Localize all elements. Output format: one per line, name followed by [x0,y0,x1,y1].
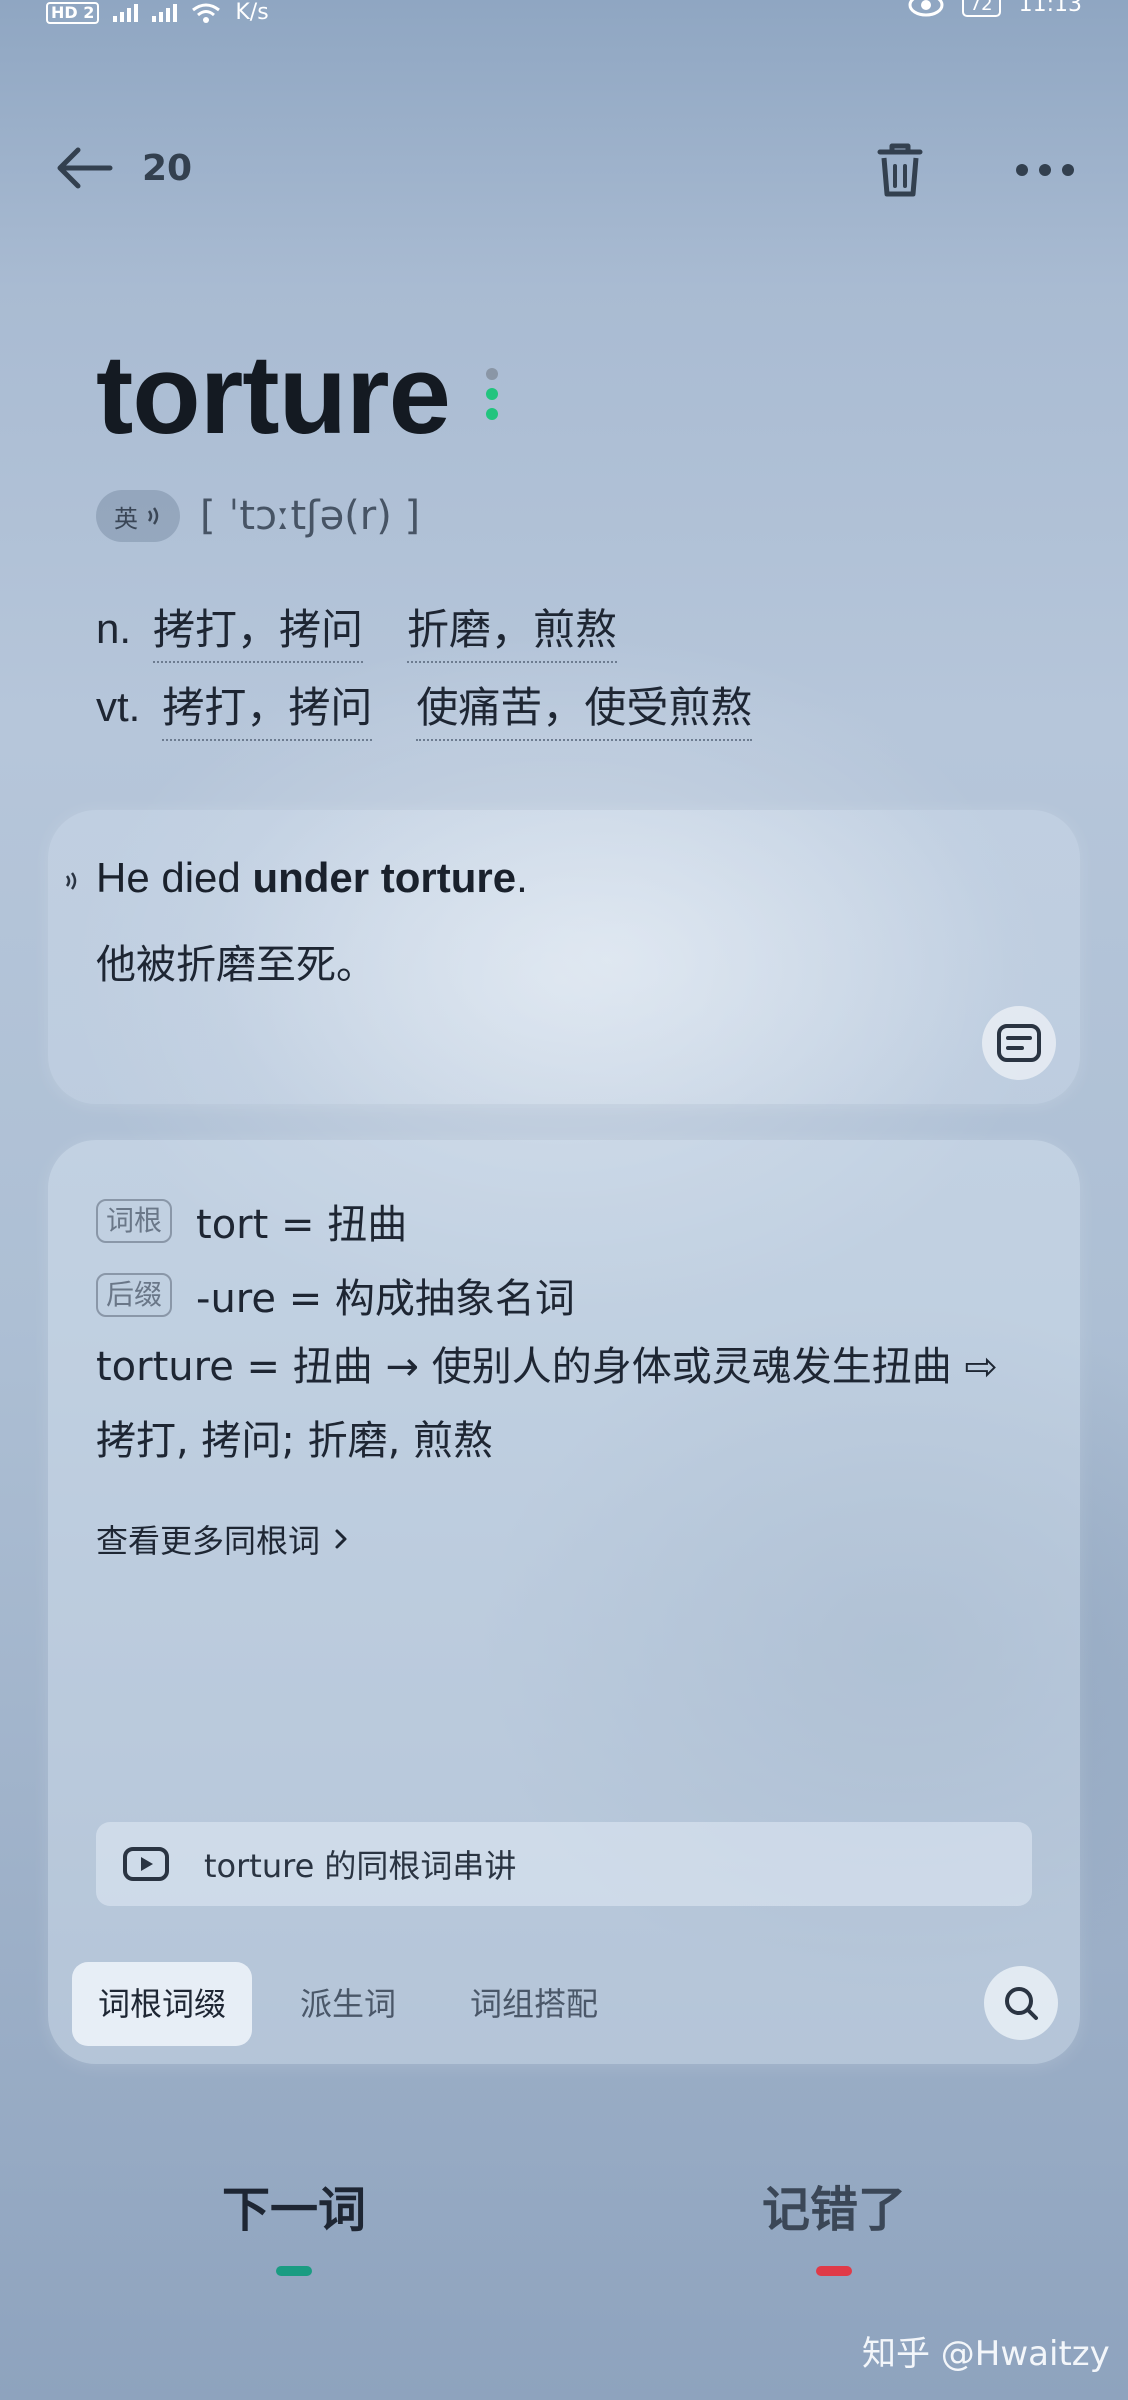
suffix-text: -ure = 构成抽象名词 [196,1276,575,1322]
familiarity-dot [486,408,498,420]
example-text-end: . [516,854,528,901]
search-button[interactable] [984,1966,1058,2040]
search-icon [1005,1987,1038,2020]
next-word-indicator [276,2266,312,2276]
back-button[interactable] [54,140,118,196]
next-word-button[interactable]: 下一词 [144,2170,444,2276]
signal-icon-2 [152,3,178,22]
part-of-speech: vt. [96,683,141,730]
familiarity-dot [486,368,498,380]
battery-indicator: 72 [961,0,1001,17]
definition-line: n. 拷打，拷问 折磨，煎熬 [96,590,796,668]
clock: 11:13 [1018,0,1082,17]
part-of-speech: n. [96,605,132,652]
detail-tabs: 词根词缀 派生词 词组搭配 [72,1962,646,2046]
pronunciation-button[interactable]: 英 [96,490,180,542]
etymology-explanation: torture = 扭曲 → 使别人的身体或灵魂发生扭曲 ⇨ 拷打, 拷问; 折… [96,1344,998,1464]
example-sentence-zh: 他被折磨至死。 [96,942,376,988]
root-tag: 词根 [96,1199,173,1243]
more-icon [1016,164,1074,176]
example-highlight: under torture [252,854,517,901]
cognate-video-button[interactable]: torture 的同根词串讲 [96,1822,1032,1906]
headword: torture [96,332,451,457]
definitions: n. 拷打，拷问 折磨，煎熬 vt. 拷打，拷问 使痛苦，使受煎熬 [96,590,796,746]
example-text: He died [96,854,253,901]
etymology-card: 词根 tort = 扭曲 后缀 -ure = 构成抽象名词 torture = … [48,1140,1080,2064]
signal-icon [113,3,139,22]
next-word-label: 下一词 [221,2182,366,2238]
suffix-line: 后缀 -ure = 构成抽象名词 [96,1266,575,1324]
more-options-button[interactable] [1010,146,1080,194]
net-speed: K/s [235,0,269,25]
familiarity-dots [486,368,500,436]
definition-sense[interactable]: 拷打，拷问 [162,674,373,741]
root-line: 词根 tort = 扭曲 [96,1192,407,1250]
tab-derivatives[interactable]: 派生词 [274,1962,422,2046]
accent-label: 英 [114,504,138,533]
trash-icon [877,143,923,197]
mark-wrong-button[interactable]: 记错了 [684,2170,984,2276]
phonetic: [ ˈtɔːtʃə(r) ] [200,493,421,539]
more-examples-button[interactable] [982,1006,1056,1080]
definition-sense[interactable]: 使痛苦，使受煎熬 [416,674,753,741]
speaker-icon [147,507,159,525]
eye-icon [908,0,944,16]
more-cognates-label: 查看更多同根词 [96,1522,321,1560]
status-bar: HD 2 K/s 72 11:13 [0,0,1128,36]
example-card: He died under torture. 他被折磨至死。 [48,810,1080,1104]
top-bar: 20 [0,120,1128,220]
more-cognates-link[interactable]: 查看更多同根词 [96,1516,348,1562]
example-speaker-icon[interactable] [64,870,82,892]
definition-sense[interactable]: 拷打，拷问 [153,596,364,663]
familiarity-dot [486,388,498,400]
delete-button[interactable] [870,138,930,202]
video-play-icon [123,1847,169,1881]
watermark: 知乎 @Hwaitzy [862,2334,1110,2374]
chevron-right-icon [335,1529,347,1549]
example-sentence-en: He died under torture. [96,854,528,902]
pronunciation-row: 英 [ ˈtɔːtʃə(r) ] [96,488,420,544]
video-label: torture 的同根词串讲 [204,1847,517,1885]
hd-badge: HD 2 [46,1,100,24]
definition-line: vt. 拷打，拷问 使痛苦，使受煎熬 [96,668,796,746]
back-arrow-icon [57,147,113,189]
tab-roots-affixes[interactable]: 词根词缀 [72,1962,253,2046]
suffix-tag: 后缀 [96,1273,173,1317]
definition-sense[interactable]: 折磨，煎熬 [407,596,618,663]
root-text: tort = 扭曲 [196,1202,408,1248]
mark-wrong-indicator [816,2266,852,2276]
example-list-icon [997,1024,1041,1062]
word-count: 20 [142,148,193,189]
tab-phrases[interactable]: 词组搭配 [444,1962,624,2046]
wifi-icon [192,3,221,23]
mark-wrong-label: 记错了 [761,2182,906,2238]
